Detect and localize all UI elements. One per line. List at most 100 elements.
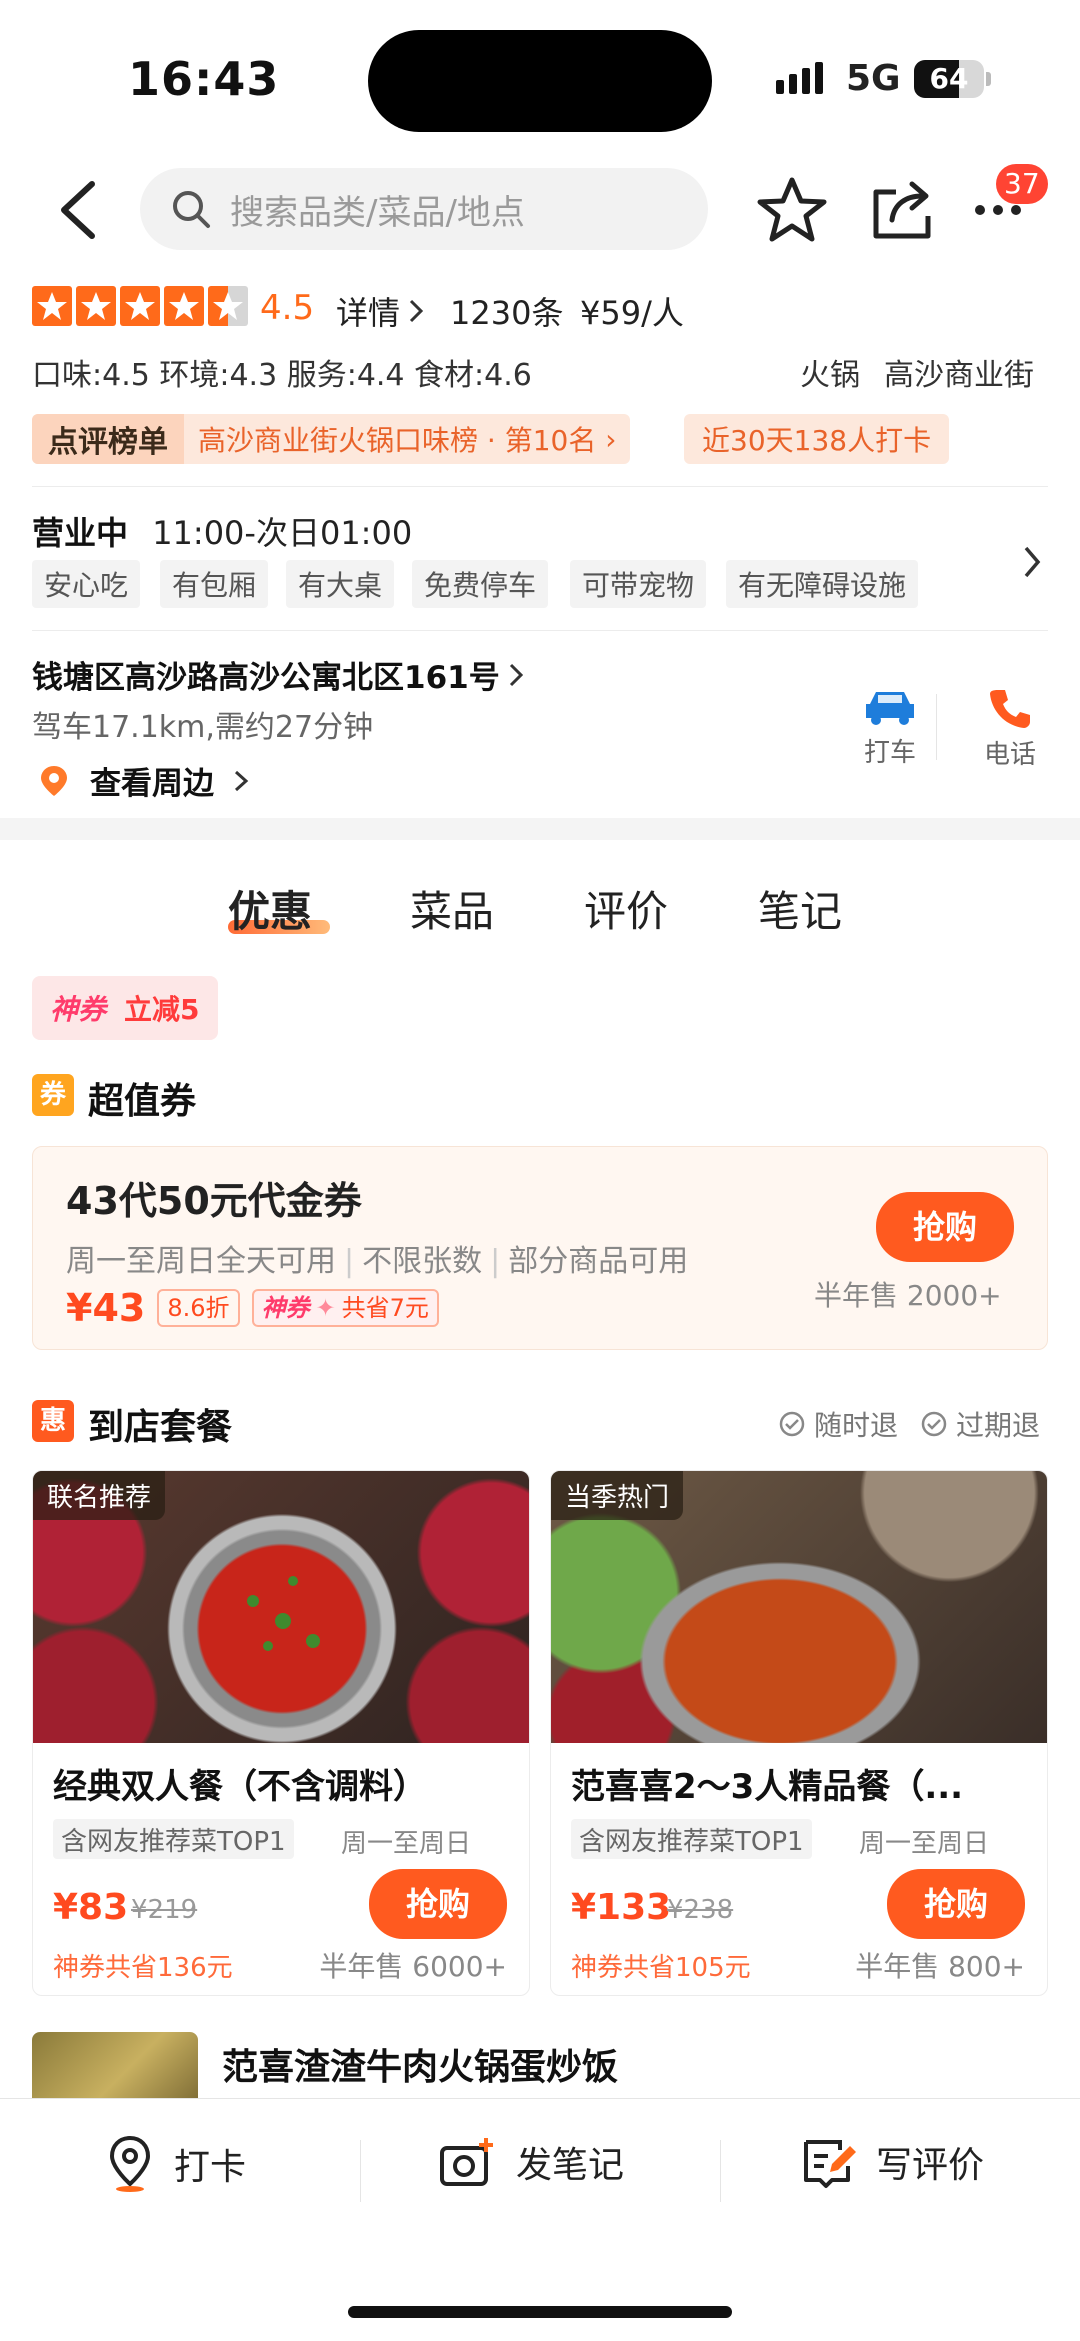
edit-review-icon [804, 2140, 856, 2188]
divider [32, 630, 1048, 631]
shenquan-offer: 立减5 [124, 993, 200, 1026]
package-name: 经典双人餐（不含调料） [53, 1767, 427, 1807]
package-orig-price: ¥238 [667, 1895, 734, 1925]
phone-label: 电话 [983, 740, 1036, 770]
package-image: 当季热门 [551, 1471, 1047, 1743]
search-placeholder: 搜索品类/菜品/地点 [230, 192, 525, 233]
rating-star [76, 286, 116, 326]
package-orig-price: ¥219 [131, 1895, 198, 1925]
rank-tag[interactable]: 点评榜单 高沙商业街火锅口味榜 · 第10名 › [32, 414, 631, 464]
phone-button[interactable]: 电话 [960, 686, 1060, 771]
refund-expired: 过期退 [920, 1404, 1040, 1444]
package-save: 神券共省105元 [571, 1953, 751, 1983]
rank-label: 点评榜单 [32, 414, 184, 464]
write-review-button[interactable]: 写评价 [800, 2134, 984, 2190]
category[interactable]: 火锅 [800, 350, 860, 394]
package-highlight: 含网友推荐菜TOP1 [571, 1819, 812, 1859]
coupon-section-title: 超值券 [88, 1081, 197, 1122]
chevron-right-icon [409, 299, 424, 323]
package-sold: 半年售 800+ [855, 1950, 1025, 1983]
divider [360, 2140, 361, 2202]
location-pin-icon [41, 765, 67, 796]
coupon-price: ¥43 [66, 1286, 146, 1330]
search-icon [173, 191, 210, 228]
coupon-sold: 半年售 2000+ [814, 1279, 1002, 1312]
tab-reviews[interactable]: 评价 [584, 878, 668, 939]
facility-tag: 可带宠物 [570, 560, 707, 608]
checkin-tag[interactable]: 近30天138人打卡 [684, 414, 950, 464]
facility-tag: 有大桌 [286, 560, 395, 608]
chevron-right-icon [509, 663, 523, 686]
coupon-buy-button[interactable]: 抢购 [876, 1192, 1014, 1262]
business-hours[interactable]: 营业中 11:00-次日01:00 [32, 508, 412, 554]
coupon-section-icon: 券 [32, 1074, 74, 1116]
rating-star [208, 286, 248, 326]
package-tag: 当季热门 [551, 1471, 684, 1520]
dynamic-island [368, 30, 712, 132]
facility-tag: 安心吃 [32, 560, 141, 608]
package-buy-button[interactable]: 抢购 [369, 1869, 507, 1939]
package-buy-button[interactable]: 抢购 [887, 1869, 1025, 1939]
signal-icon [776, 62, 823, 94]
item-name[interactable]: 范喜渣渣牛肉火锅蛋炒饭 [222, 2038, 618, 2090]
detail-link-label: 详情 [336, 294, 401, 332]
package-name: 范喜喜2～3人精品餐（... [571, 1767, 964, 1807]
hours-time: 11:00-次日01:00 [152, 514, 413, 552]
search-bar[interactable]: 搜索品类/菜品/地点 [140, 168, 708, 250]
checkin-button[interactable]: 打卡 [104, 2134, 246, 2194]
package-image: 联名推荐 [33, 1471, 529, 1743]
battery-icon: 64 [914, 60, 984, 98]
package-card[interactable]: 当季热门 范喜喜2～3人精品餐（... 含网友推荐菜TOP1 周一至周日 ¥13… [550, 1470, 1048, 1996]
rating-stars [32, 286, 248, 326]
address-link[interactable]: 钱塘区高沙路高沙公寓北区161号 [32, 652, 526, 697]
hours-chevron-icon[interactable] [1020, 544, 1044, 584]
tab-notes[interactable]: 笔记 [758, 878, 842, 939]
sub-scores: 口味:4.5 环境:4.3 服务:4.4 食材:4.6 [32, 358, 532, 393]
share-button[interactable] [866, 172, 938, 244]
map-pin-icon [109, 2135, 151, 2192]
coupon-desc: 周一至周日全天可用 | 不限张数 | 部分商品可用 [66, 1244, 689, 1279]
distance-text: 驾车17.1km,需约27分钟 [32, 710, 374, 745]
battery-level: 64 [929, 62, 969, 95]
divider [720, 2140, 721, 2202]
rating-star [164, 286, 204, 326]
tab-deals[interactable]: 优惠 [228, 878, 312, 939]
post-note-button[interactable]: 发笔记 [438, 2134, 624, 2190]
divider [32, 486, 1048, 487]
review-count[interactable]: 1230条 [450, 288, 563, 334]
write-review-label: 写评价 [876, 2145, 985, 2186]
shenquan-badge[interactable]: 神券 立减5 [32, 976, 218, 1040]
rating-score: 4.5 [260, 288, 315, 328]
package-sold: 半年售 6000+ [319, 1950, 507, 1983]
back-button[interactable] [52, 178, 112, 242]
tab-dishes[interactable]: 菜品 [410, 878, 494, 939]
facility-tag: 有无障碍设施 [726, 560, 919, 608]
package-days: 周一至周日 [859, 1829, 990, 1859]
package-card[interactable]: 联名推荐 经典双人餐（不含调料） 含网友推荐菜TOP1 周一至周日 ¥83 ¥2… [32, 1470, 530, 1996]
section-separator [0, 818, 1080, 840]
package-price: ¥133 [571, 1887, 672, 1928]
check-circle-icon [779, 1411, 805, 1437]
rating-star [32, 286, 72, 326]
checkin-label: 打卡 [174, 2147, 247, 2188]
avg-price: ¥59/人 [580, 294, 684, 332]
detail-link[interactable]: 详情 [336, 288, 426, 334]
package-section-icon: 惠 [32, 1400, 74, 1442]
area[interactable]: 高沙商业街 [884, 350, 1034, 394]
taxi-button[interactable]: 打车 [836, 686, 944, 769]
chevron-right-icon [234, 770, 249, 791]
facility-tag: 有包厢 [160, 560, 269, 608]
coupon-discount: 8.6折 [157, 1289, 240, 1327]
nearby-link[interactable]: 查看周边 [36, 758, 250, 803]
package-save: 神券共省136元 [53, 1953, 233, 1983]
address-text: 钱塘区高沙路高沙公寓北区161号 [32, 660, 500, 696]
shenquan-brand: 神券 [50, 993, 107, 1026]
rating-star [120, 286, 160, 326]
notification-badge: 37 [996, 164, 1048, 204]
battery-tip [986, 72, 991, 86]
favorite-button[interactable] [756, 174, 828, 246]
package-highlight: 含网友推荐菜TOP1 [53, 1819, 294, 1859]
check-circle-icon [921, 1411, 947, 1437]
car-icon [866, 692, 914, 725]
star-outline-icon [757, 177, 827, 242]
